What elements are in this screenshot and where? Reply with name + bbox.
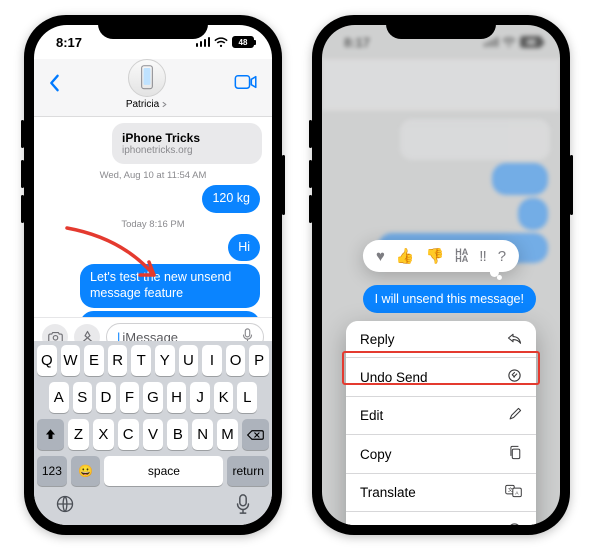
menu-more[interactable]: More... bbox=[346, 512, 536, 525]
message-list[interactable]: iPhone Tricks iphonetricks.org Wed, Aug … bbox=[34, 117, 272, 317]
screen-right: 8:17 48 ♥ 👍 👎 HA HA ‼︎ ? bbox=[322, 25, 560, 525]
tapback-thumbs-down[interactable]: 👎 bbox=[426, 247, 445, 265]
key-l[interactable]: L bbox=[237, 382, 257, 413]
tapback-question[interactable]: ? bbox=[498, 248, 506, 265]
copy-icon bbox=[508, 445, 522, 463]
menu-undo-send[interactable]: Undo Send bbox=[346, 358, 536, 397]
key-b[interactable]: B bbox=[167, 419, 188, 450]
key-u[interactable]: U bbox=[179, 345, 199, 376]
key-q[interactable]: Q bbox=[37, 345, 57, 376]
key-o[interactable]: O bbox=[226, 345, 246, 376]
timestamp: Today 8:16 PM bbox=[44, 219, 262, 230]
tapback-heart[interactable]: ♥ bbox=[376, 248, 385, 265]
message-bubble[interactable]: I will unsend this message! bbox=[80, 311, 260, 318]
battery-icon: 48 bbox=[232, 36, 254, 48]
key-f[interactable]: F bbox=[120, 382, 140, 413]
key-v[interactable]: V bbox=[143, 419, 164, 450]
key-c[interactable]: C bbox=[118, 419, 139, 450]
key-j[interactable]: J bbox=[190, 382, 210, 413]
key-z[interactable]: Z bbox=[68, 419, 89, 450]
reply-icon bbox=[507, 331, 522, 347]
tapback-haha[interactable]: HA HA bbox=[455, 249, 468, 263]
keyboard[interactable]: QWERTYUIOP ASDFGHJKL ZXCVBNM 123 😀 space… bbox=[34, 341, 272, 525]
phone-left: 8:17 48 Patricia bbox=[24, 15, 282, 535]
link-preview-subtitle: iphonetricks.org bbox=[122, 145, 252, 156]
status-time: 8:17 bbox=[56, 35, 82, 50]
undo-icon bbox=[507, 368, 522, 386]
key-h[interactable]: H bbox=[167, 382, 187, 413]
key-return[interactable]: return bbox=[227, 456, 269, 486]
wifi-icon bbox=[214, 37, 228, 48]
key-k[interactable]: K bbox=[214, 382, 234, 413]
key-d[interactable]: D bbox=[96, 382, 116, 413]
key-t[interactable]: T bbox=[131, 345, 151, 376]
key-x[interactable]: X bbox=[93, 419, 114, 450]
tapback-thumbs-up[interactable]: 👍 bbox=[396, 247, 415, 265]
link-preview[interactable]: iPhone Tricks iphonetricks.org bbox=[112, 123, 262, 164]
key-r[interactable]: R bbox=[108, 345, 128, 376]
menu-reply[interactable]: Reply bbox=[346, 321, 536, 358]
notch bbox=[386, 15, 496, 39]
key-g[interactable]: G bbox=[143, 382, 163, 413]
globe-icon[interactable] bbox=[55, 494, 75, 519]
svg-text:文: 文 bbox=[508, 487, 513, 494]
key-n[interactable]: N bbox=[192, 419, 213, 450]
key-emoji[interactable]: 😀 bbox=[71, 456, 101, 486]
message-bubble[interactable]: Let's test the new unsend message featur… bbox=[80, 264, 260, 307]
key-p[interactable]: P bbox=[249, 345, 269, 376]
back-button[interactable] bbox=[42, 68, 66, 102]
contact-name: Patricia bbox=[126, 99, 168, 110]
message-bubble[interactable]: Hi bbox=[228, 234, 260, 262]
key-i[interactable]: I bbox=[202, 345, 222, 376]
notch bbox=[98, 15, 208, 39]
key-shift[interactable] bbox=[37, 419, 64, 450]
key-123[interactable]: 123 bbox=[37, 456, 67, 486]
key-a[interactable]: A bbox=[49, 382, 69, 413]
key-y[interactable]: Y bbox=[155, 345, 175, 376]
phone-right: 8:17 48 ♥ 👍 👎 HA HA ‼︎ ? bbox=[312, 15, 570, 535]
key-w[interactable]: W bbox=[61, 345, 81, 376]
context-menu: Reply Undo Send Edit Copy Translate 文A M… bbox=[346, 321, 536, 525]
tapback-bar: ♥ 👍 👎 HA HA ‼︎ ? bbox=[363, 240, 519, 272]
screen-left: 8:17 48 Patricia bbox=[34, 25, 272, 525]
more-icon bbox=[507, 522, 522, 525]
message-bubble[interactable]: 120 kg bbox=[202, 185, 260, 213]
key-s[interactable]: S bbox=[73, 382, 93, 413]
key-space[interactable]: space bbox=[104, 456, 223, 486]
menu-copy[interactable]: Copy bbox=[346, 435, 536, 474]
chat-header: Patricia bbox=[34, 59, 272, 117]
menu-edit[interactable]: Edit bbox=[346, 397, 536, 435]
key-m[interactable]: M bbox=[217, 419, 238, 450]
timestamp: Wed, Aug 10 at 11:54 AM bbox=[44, 170, 262, 181]
selected-message-bubble[interactable]: I will unsend this message! bbox=[363, 285, 536, 313]
edit-icon bbox=[508, 407, 522, 424]
key-delete[interactable] bbox=[242, 419, 269, 450]
mic-icon[interactable] bbox=[235, 494, 251, 519]
link-preview-title: iPhone Tricks bbox=[122, 131, 252, 145]
contact-block[interactable]: Patricia bbox=[126, 59, 168, 110]
translate-icon: 文A bbox=[505, 484, 522, 501]
menu-translate[interactable]: Translate 文A bbox=[346, 474, 536, 512]
cell-signal-icon bbox=[196, 37, 211, 47]
avatar bbox=[128, 59, 166, 97]
facetime-button[interactable] bbox=[228, 70, 264, 99]
tapback-exclaim[interactable]: ‼︎ bbox=[479, 248, 487, 265]
key-e[interactable]: E bbox=[84, 345, 104, 376]
